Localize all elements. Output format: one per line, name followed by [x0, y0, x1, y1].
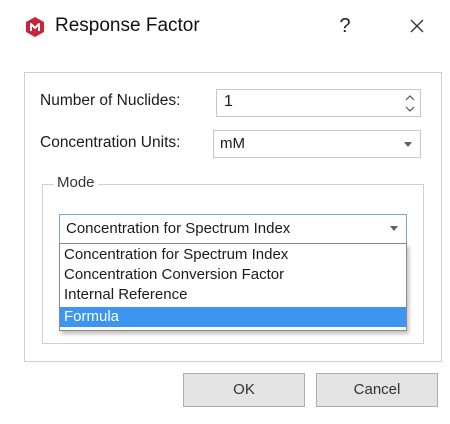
mode-option-conversion-factor[interactable]: Concentration Conversion Factor [60, 265, 406, 285]
ok-button[interactable]: OK [183, 373, 305, 407]
nuclides-label: Number of Nuclides: [40, 92, 181, 109]
mode-dropdown-list: Concentration for Spectrum Index Concent… [59, 243, 407, 331]
units-label: Concentration Units: [40, 134, 181, 151]
app-logo-icon [24, 16, 46, 38]
mode-option-internal-reference[interactable]: Internal Reference [60, 285, 406, 305]
cancel-button[interactable]: Cancel [316, 373, 438, 407]
nuclides-spinbox[interactable]: 1 [216, 89, 421, 117]
mode-option-formula[interactable]: Formula [60, 307, 406, 327]
spin-down-icon[interactable] [405, 104, 415, 114]
close-icon [410, 19, 424, 33]
units-combobox[interactable]: mM [213, 130, 421, 158]
close-button[interactable] [400, 10, 434, 42]
help-button[interactable]: ? [328, 10, 362, 42]
mode-combobox[interactable]: Concentration for Spectrum Index [59, 214, 407, 244]
mode-option-spectrum-index[interactable]: Concentration for Spectrum Index [60, 245, 406, 265]
spin-up-icon[interactable] [405, 93, 415, 103]
chevron-down-icon [390, 226, 398, 231]
nuclides-value: 1 [224, 93, 233, 110]
window-title: Response Factor [55, 15, 200, 36]
mode-group-title: Mode [54, 174, 98, 191]
units-value: mM [220, 135, 245, 152]
chevron-down-icon [404, 142, 412, 147]
mode-selected-value: Concentration for Spectrum Index [66, 220, 291, 237]
